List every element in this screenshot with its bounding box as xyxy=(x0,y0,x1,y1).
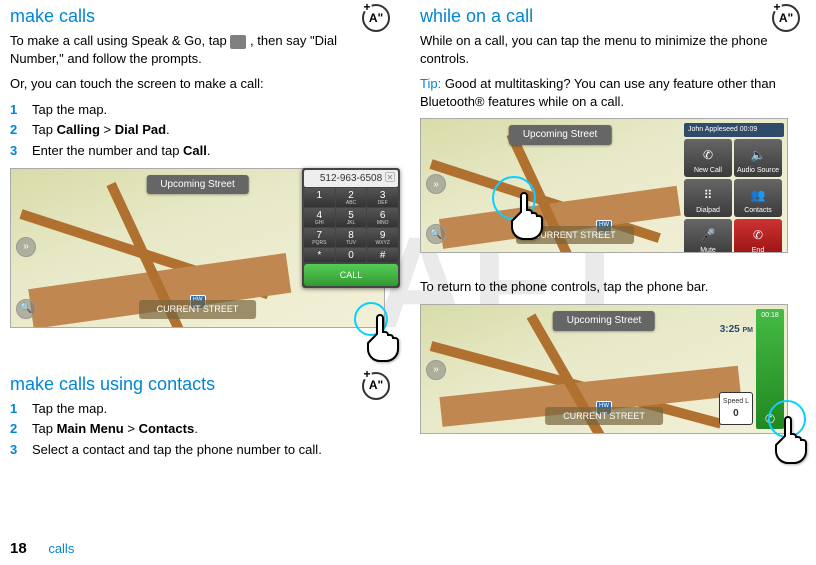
dial-key[interactable]: 4GHI xyxy=(304,208,335,227)
figure-phone-bar: Upcoming Street » HW CURRENT STREET 3:25… xyxy=(420,304,788,434)
dial-key[interactable]: 5JKL xyxy=(336,208,367,227)
end-call-button[interactable]: ✆End xyxy=(734,219,782,253)
step-text: Select a contact and tap the phone numbe… xyxy=(32,441,322,459)
upcoming-street-bar: Upcoming Street xyxy=(553,311,655,331)
current-street-label: CURRENT STREET xyxy=(139,300,257,318)
footer-section: calls xyxy=(48,541,74,556)
on-call-tip: Tip: Good at multitasking? You can use a… xyxy=(420,75,800,110)
speed-limit-sign: Speed L 0 xyxy=(719,392,753,425)
dial-key[interactable]: 1 xyxy=(304,188,335,207)
caller-info-bar: John Appleseed 00:09 xyxy=(684,123,784,136)
right-column: while on a call A" While on a call, you … xyxy=(420,4,800,467)
step-text: Tap the map. xyxy=(32,400,107,418)
current-street-label: CURRENT STREET xyxy=(545,407,663,425)
clock-label: 3:25 PM xyxy=(720,323,753,337)
mute-icon: 🎤 xyxy=(701,227,716,243)
dial-key[interactable]: 2ABC xyxy=(336,188,367,207)
dial-key[interactable]: 8TUV xyxy=(336,228,367,247)
contacts-steps: 1 Tap the map. 2 Tap Main Menu > Contact… xyxy=(10,400,390,459)
step-number: 3 xyxy=(10,441,32,459)
heading-make-calls: make calls xyxy=(10,4,95,28)
step-number: 1 xyxy=(10,400,32,418)
end-call-icon: ✆ xyxy=(753,227,763,243)
contacts-icon: 👥 xyxy=(751,187,766,203)
figure-in-call: Upcoming Street John Appleseed 00:09 » 🔍… xyxy=(420,118,788,253)
phonebar-timer: 00:18 xyxy=(761,311,779,320)
heading-while-on-call: while on a call xyxy=(420,4,533,28)
text: To make a call using Speak & Go, tap xyxy=(10,33,230,48)
dial-key[interactable]: 0 xyxy=(336,248,367,262)
upcoming-street-bar: Upcoming Street xyxy=(146,175,248,195)
call-button[interactable]: CALL xyxy=(304,264,398,286)
dialpad-button[interactable]: ⠿Dialpad xyxy=(684,179,732,217)
pointer-hand-icon xyxy=(364,312,406,362)
step-number: 1 xyxy=(10,101,32,119)
phone-bar[interactable]: 00:18 ✆ xyxy=(756,309,784,429)
left-column: make calls A" To make a call using Speak… xyxy=(10,4,390,467)
contacts-button[interactable]: 👥Contacts xyxy=(734,179,782,217)
make-calls-steps: 1 Tap the map. 2 Tap Calling > Dial Pad.… xyxy=(10,101,390,160)
android-auto-badge: A" xyxy=(362,372,390,400)
dialed-number-display: 512-963-6508 ✕ xyxy=(304,170,398,188)
step-text: Tap Calling > Dial Pad. xyxy=(32,121,170,139)
dial-key[interactable]: * xyxy=(304,248,335,262)
page-footer: 18 calls xyxy=(10,539,74,559)
heading-make-calls-contacts: make calls using contacts xyxy=(10,372,215,396)
android-auto-badge: A" xyxy=(362,4,390,32)
new-call-button[interactable]: ✆New Call xyxy=(684,139,732,177)
dial-key[interactable]: # xyxy=(367,248,398,262)
make-calls-alt: Or, you can touch the screen to make a c… xyxy=(10,75,390,93)
speaker-icon: 🔈 xyxy=(751,147,766,163)
phone-plus-icon: ✆ xyxy=(703,147,713,163)
dial-pad-panel: 512-963-6508 ✕ 1 2ABC 3DEF 4GHI 5JKL 6MN… xyxy=(302,168,400,289)
expand-icon[interactable]: » xyxy=(426,360,446,380)
step-number: 2 xyxy=(10,121,32,139)
dial-key[interactable]: 7PQRS xyxy=(304,228,335,247)
android-auto-badge: A" xyxy=(772,4,800,32)
step-number: 3 xyxy=(10,142,32,160)
pointer-hand-icon xyxy=(508,190,550,240)
tip-label: Tip: xyxy=(420,76,441,91)
mute-button[interactable]: 🎤Mute xyxy=(684,219,732,253)
step-text: Tap Main Menu > Contacts. xyxy=(32,420,198,438)
tip-text: Good at multitasking? You can use any fe… xyxy=(420,76,776,109)
expand-icon[interactable]: » xyxy=(16,237,36,257)
in-call-panel: ✆New Call 🔈Audio Source ⠿Dialpad 👥Contac… xyxy=(684,139,784,253)
dialpad-icon: ⠿ xyxy=(704,187,713,203)
search-icon[interactable]: 🔍 xyxy=(16,299,36,319)
speak-go-icon xyxy=(230,35,246,49)
audio-source-button[interactable]: 🔈Audio Source xyxy=(734,139,782,177)
dial-key[interactable]: 3DEF xyxy=(367,188,398,207)
make-calls-intro: To make a call using Speak & Go, tap , t… xyxy=(10,32,390,67)
page-number: 18 xyxy=(10,540,27,557)
upcoming-street-bar: Upcoming Street xyxy=(509,125,611,145)
step-text: Tap the map. xyxy=(32,101,107,119)
return-text: To return to the phone controls, tap the… xyxy=(420,278,800,296)
step-number: 2 xyxy=(10,420,32,438)
dial-key[interactable]: 9WXYZ xyxy=(367,228,398,247)
dial-key[interactable]: 6MNO xyxy=(367,208,398,227)
on-call-intro: While on a call, you can tap the menu to… xyxy=(420,32,800,67)
pointer-hand-icon xyxy=(772,414,814,464)
step-text: Enter the number and tap Call. xyxy=(32,142,211,160)
clear-icon[interactable]: ✕ xyxy=(385,172,395,182)
